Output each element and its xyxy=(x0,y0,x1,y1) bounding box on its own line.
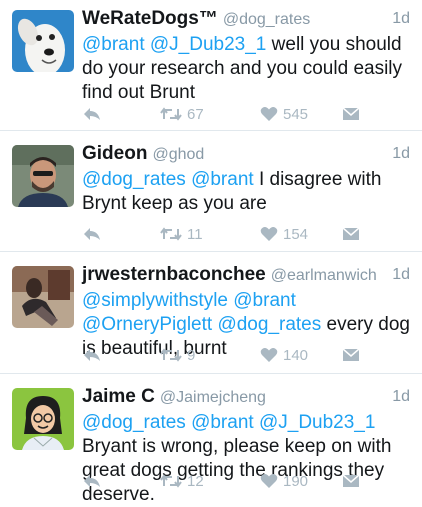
timestamp[interactable]: 1d xyxy=(392,145,410,163)
reply-icon xyxy=(84,228,100,240)
man-avatar-image xyxy=(12,145,74,207)
tweet-header: jrwesternbaconchee @earlmanwich 1d xyxy=(82,264,410,288)
mention-link[interactable]: @OrneryPiglett xyxy=(82,314,212,335)
direct-message-button[interactable] xyxy=(342,344,360,366)
reply-icon xyxy=(84,108,100,120)
user-handle[interactable]: @dog_rates xyxy=(223,11,310,28)
heart-icon xyxy=(260,227,278,241)
retweet-button[interactable]: 11 xyxy=(160,223,203,245)
tweet-header: WeRateDogs™ @dog_rates 1d xyxy=(82,8,410,32)
tweet-text: @dog_rates @brant @J_Dub23_1 Bryant is w… xyxy=(82,411,412,507)
display-name[interactable]: jrwesternbaconchee xyxy=(82,264,266,285)
tweet-actions: 11 154 xyxy=(82,223,412,245)
tweet-text: @dog_rates @brant I disagree with Brynt … xyxy=(82,168,412,216)
avatar[interactable] xyxy=(12,145,74,207)
retweet-icon xyxy=(160,107,182,121)
reply-icon xyxy=(84,475,100,487)
like-count: 190 xyxy=(283,472,309,490)
retweet-button[interactable]: 67 xyxy=(160,103,204,125)
envelope-icon xyxy=(342,474,360,487)
display-name[interactable]: Jaime C xyxy=(82,386,155,407)
person-avatar-image xyxy=(12,266,74,328)
envelope-icon xyxy=(342,227,360,240)
user-handle[interactable]: @Jaimejcheng xyxy=(160,389,266,406)
heart-icon xyxy=(260,107,278,121)
envelope-icon xyxy=(342,348,360,361)
tweet[interactable]: Gideon @ghod 1d @dog_rates @brant I disag… xyxy=(0,131,422,252)
avatar[interactable] xyxy=(12,266,74,328)
tweet-feed: WeRateDogs™ @dog_rates 1d @brant @J_Dub23… xyxy=(0,0,422,505)
user-handle[interactable]: @ghod xyxy=(152,146,204,163)
retweet-icon xyxy=(160,348,182,362)
tweet-actions: 9 140 xyxy=(82,344,412,366)
tweet[interactable]: Jaime C @Jaimejcheng 1d @dog_rates @brant… xyxy=(0,374,422,505)
dog-avatar-image xyxy=(12,10,74,72)
timestamp[interactable]: 1d xyxy=(392,388,410,406)
tweet[interactable]: WeRateDogs™ @dog_rates 1d @brant @J_Dub23… xyxy=(0,0,422,131)
avatar[interactable] xyxy=(12,10,74,72)
reply-button[interactable] xyxy=(82,103,102,125)
tweet-text: @brant @J_Dub23_1 well you should do you… xyxy=(82,33,412,105)
reply-button[interactable] xyxy=(82,344,102,366)
display-name[interactable]: WeRateDogs™ xyxy=(82,8,218,29)
retweet-button[interactable]: 12 xyxy=(160,470,204,492)
reply-button[interactable] xyxy=(82,470,102,492)
tweet-header: Jaime C @Jaimejcheng 1d xyxy=(82,386,410,410)
retweet-icon xyxy=(160,474,182,488)
retweet-count: 12 xyxy=(187,472,204,490)
tweet-actions: 67 545 xyxy=(82,103,412,125)
heart-icon xyxy=(260,348,278,362)
mention-link[interactable]: @brant xyxy=(191,412,254,433)
reply-button[interactable] xyxy=(82,223,102,245)
envelope-icon xyxy=(342,107,360,120)
like-button[interactable]: 154 xyxy=(260,223,308,245)
like-button[interactable]: 140 xyxy=(260,344,308,366)
like-count: 154 xyxy=(283,225,309,243)
retweet-count: 11 xyxy=(187,225,203,243)
retweet-count: 9 xyxy=(187,346,196,364)
direct-message-button[interactable] xyxy=(342,103,360,125)
mention-link[interactable]: @brant xyxy=(233,290,296,311)
tweet[interactable]: jrwesternbaconchee @earlmanwich 1d @simpl… xyxy=(0,252,422,374)
heart-icon xyxy=(260,474,278,488)
mention-link[interactable]: @dog_rates xyxy=(82,169,186,190)
mention-link[interactable]: @simplywithstyle xyxy=(82,290,228,311)
avatar[interactable] xyxy=(12,388,74,450)
user-handle[interactable]: @earlmanwich xyxy=(271,267,377,284)
tweet-header: Gideon @ghod 1d xyxy=(82,143,410,167)
like-count: 545 xyxy=(283,105,309,123)
retweet-button[interactable]: 9 xyxy=(160,344,195,366)
display-name[interactable]: Gideon xyxy=(82,143,147,164)
direct-message-button[interactable] xyxy=(342,470,360,492)
tweet-actions: 12 190 xyxy=(82,470,412,492)
mention-link[interactable]: @dog_rates xyxy=(82,412,186,433)
cartoon-avatar-image xyxy=(12,388,74,450)
direct-message-button[interactable] xyxy=(342,223,360,245)
reply-icon xyxy=(84,349,100,361)
mention-link[interactable]: @brant xyxy=(191,169,254,190)
like-button[interactable]: 190 xyxy=(260,470,308,492)
retweet-icon xyxy=(160,227,182,241)
mention-link[interactable]: @dog_rates xyxy=(217,314,321,335)
mention-link[interactable]: @J_Dub23_1 xyxy=(259,412,375,433)
mention-link[interactable]: @J_Dub23_1 xyxy=(150,34,266,55)
mention-link[interactable]: @brant xyxy=(82,34,145,55)
like-count: 140 xyxy=(283,346,309,364)
retweet-count: 67 xyxy=(187,105,204,123)
like-button[interactable]: 545 xyxy=(260,103,308,125)
timestamp[interactable]: 1d xyxy=(392,266,410,284)
timestamp[interactable]: 1d xyxy=(392,10,410,28)
